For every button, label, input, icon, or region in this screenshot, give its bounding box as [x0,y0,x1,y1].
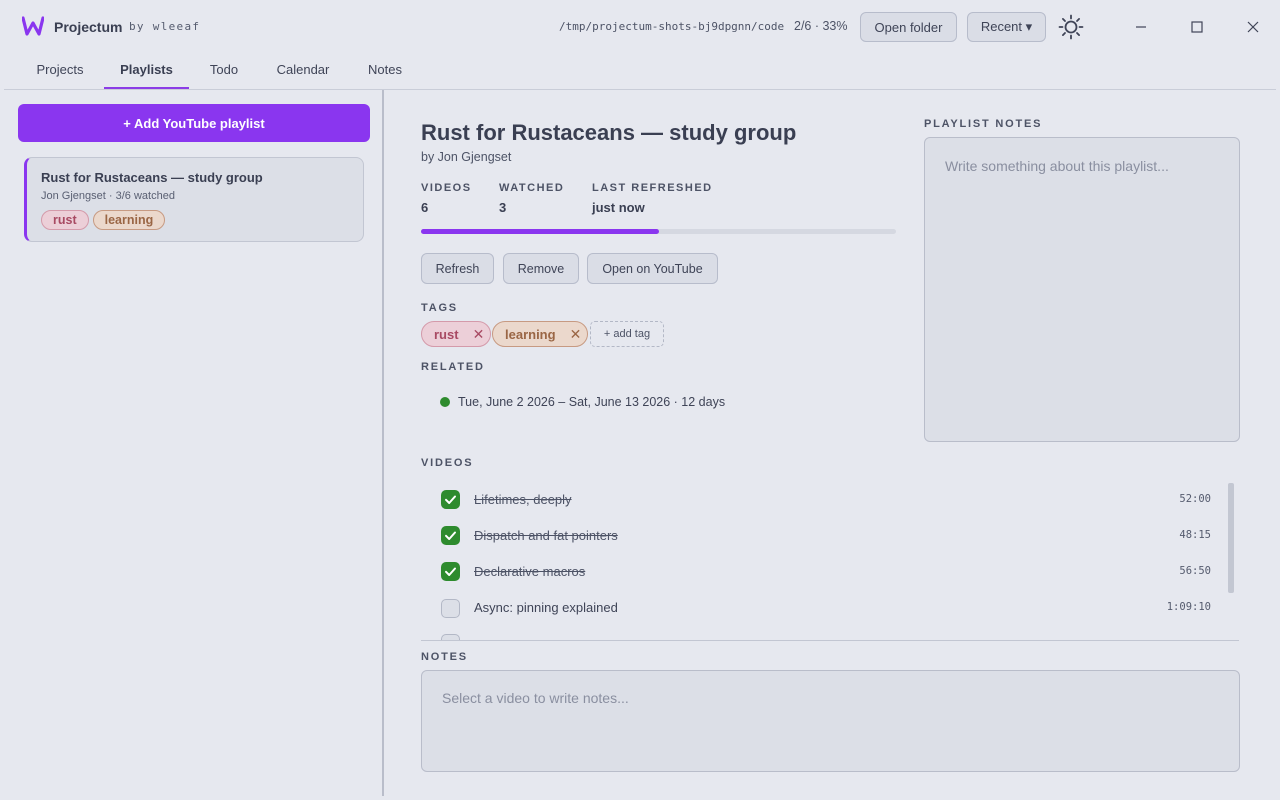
tag-rust: rust ✕ [421,321,492,347]
tab-notes[interactable]: Notes [349,50,421,88]
playlist-card-author: Jon Gjengset [41,190,106,202]
video-row[interactable]: Dispatch and fat pointers 48:15 [421,517,1221,553]
playlist-author: by Jon Gjengset [421,150,512,164]
video-duration: 56:50 [1179,565,1211,577]
playlist-card-meta: Jon Gjengset · 3/6 watched [41,190,175,202]
tab-bar: Projects Playlists Todo Calendar Notes [4,50,1276,90]
checkbox-unchecked-icon[interactable] [441,599,460,618]
checkbox-checked-icon[interactable] [441,490,460,509]
folder-path: /tmp/projectum-shots-bj9dpgnn/code [559,20,785,33]
tag-rust-label: rust [434,326,459,342]
videos-count-label: VIDEOS [421,182,472,194]
add-tag-button[interactable]: + add tag [590,321,664,347]
checkbox-checked-icon[interactable] [441,562,460,581]
watched-progress-fill [421,229,659,234]
related-label: RELATED [421,361,485,373]
open-folder-button[interactable]: Open folder [860,12,957,42]
playlist-sidebar: + Add YouTube playlist Rust for Rustacea… [4,90,384,796]
video-title: Async: pinning explained [474,600,618,615]
playlist-title: Rust for Rustaceans — study group [421,120,797,145]
playlist-notes-label: PLAYLIST NOTES [924,118,1043,130]
video-row[interactable]: Lifetimes, deeply 52:00 [421,481,1221,517]
videos-count: 6 [421,200,429,215]
remove-button[interactable]: Remove [503,253,579,284]
tab-todo[interactable]: Todo [191,50,257,88]
video-title: Dispatch and fat pointers [474,528,618,543]
minimize-icon[interactable] [1130,16,1152,38]
last-refreshed-label: LAST REFRESHED [592,182,713,194]
playlist-card[interactable]: Rust for Rustaceans — study group Jon Gj… [24,157,364,242]
video-title: Declarative macros [474,564,586,579]
remove-tag-icon[interactable]: ✕ [570,326,582,343]
playlist-notes-placeholder: Write something about this playlist... [945,158,1169,174]
tag-chip-rust: rust [41,210,89,230]
tag-chip-learning: learning [92,210,166,230]
watched-progress-bar [421,229,896,234]
checkbox-unchecked-icon[interactable] [441,634,460,640]
videos-list: Lifetimes, deeply 52:00 Dispatch and fat… [421,480,1239,641]
videos-label: VIDEOS [421,457,474,469]
playlist-notes-input[interactable]: Write something about this playlist... [924,137,1240,442]
add-playlist-button[interactable]: + Add YouTube playlist [18,104,370,142]
related-calendar-range[interactable]: Tue, June 2 2026 – Sat, June 13 2026 · 1… [458,395,725,409]
video-row[interactable]: Declarative macros 56:50 [421,553,1221,589]
tab-calendar[interactable]: Calendar [259,50,347,88]
playlist-card-title: Rust for Rustaceans — study group [41,170,263,185]
video-row[interactable] [421,625,1221,640]
app-author: by wleeaf [129,20,201,33]
status-dot-icon [440,397,450,407]
video-duration: 1:09:10 [1166,601,1211,613]
video-notes-placeholder: Select a video to write notes... [442,690,629,706]
tag-learning: learning ✕ [492,321,589,347]
video-title: Lifetimes, deeply [474,492,572,507]
tab-playlists[interactable]: Playlists [104,50,189,89]
title-bar: Projectum by wleeaf /tmp/projectum-shots… [0,0,1280,52]
remove-tag-icon[interactable]: ✕ [473,326,485,343]
tags-label: TAGS [421,302,458,314]
meta-separator: · [108,190,116,202]
watched-count-label: WATCHED [499,182,565,194]
notes-label: NOTES [421,651,468,663]
refresh-button[interactable]: Refresh [421,253,494,284]
playlist-card-watched: 3/6 watched [115,190,175,202]
video-duration: 48:15 [1179,529,1211,541]
maximize-icon[interactable] [1186,16,1208,38]
video-notes-input[interactable]: Select a video to write notes... [421,670,1240,772]
app-name: Projectum [54,19,123,35]
playlist-card-tags: rust learning [41,210,166,230]
watched-count: 3 [499,200,507,215]
close-icon[interactable] [1242,16,1264,38]
video-duration: 52:00 [1179,493,1211,505]
open-on-youtube-button[interactable]: Open on YouTube [587,253,718,284]
overall-progress: 2/6 · 33% [794,19,848,33]
tab-projects[interactable]: Projects [18,50,102,88]
tag-learning-label: learning [505,326,556,342]
video-row[interactable]: Async: pinning explained 1:09:10 [421,589,1221,625]
app-logo-icon [22,16,44,36]
checkbox-checked-icon[interactable] [441,526,460,545]
videos-scrollbar[interactable] [1228,483,1234,593]
recent-dropdown-button[interactable]: Recent ▾ [967,12,1046,42]
last-refreshed-value: just now [592,200,645,215]
sun-icon[interactable] [1058,14,1084,40]
